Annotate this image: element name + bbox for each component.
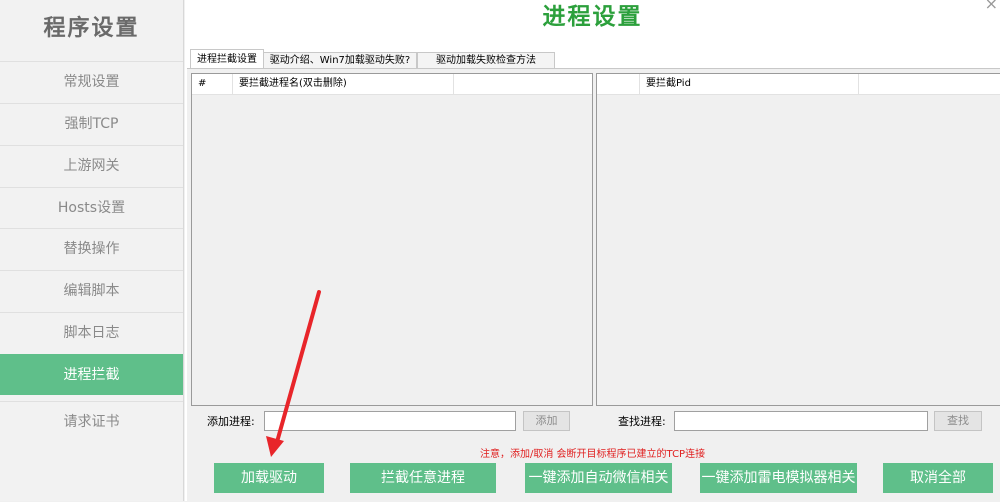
column-header-index[interactable]: # <box>192 74 233 94</box>
tab-process-intercept-settings[interactable]: 进程拦截设置 <box>190 49 264 69</box>
sidebar-item-process-intercept[interactable]: 进程拦截 <box>0 354 183 395</box>
tab-driver-load-failure-check[interactable]: 驱动加载失败检查方法 <box>417 52 555 69</box>
sidebar-item-general-settings[interactable]: 常规设置 <box>0 61 183 102</box>
load-driver-button[interactable]: 加载驱动 <box>214 463 324 493</box>
find-process-input[interactable] <box>674 411 928 431</box>
find-button[interactable]: 查找 <box>934 411 982 431</box>
tab-driver-intro[interactable]: 驱动介绍、Win7加载驱动失败? <box>263 52 417 69</box>
close-icon[interactable]: × <box>985 0 998 13</box>
sidebar-item-request-certificate[interactable]: 请求证书 <box>0 401 183 442</box>
notice-text: 注意，添加/取消 会断开目标程序已建立的TCP连接 <box>480 449 706 460</box>
find-process-label: 查找进程: <box>618 415 666 428</box>
add-process-input[interactable] <box>264 411 516 431</box>
process-name-list[interactable]: # 要拦截进程名(双击删除) <box>191 73 593 406</box>
sidebar-item-script-log[interactable]: 脚本日志 <box>0 312 183 353</box>
add-wechat-related-button[interactable]: 一键添加自动微信相关 <box>525 463 672 493</box>
column-header-extra[interactable] <box>859 74 1000 94</box>
column-header-process-name[interactable]: 要拦截进程名(双击删除) <box>233 74 454 94</box>
sidebar-item-hosts-settings[interactable]: Hosts设置 <box>0 187 183 228</box>
cancel-all-button[interactable]: 取消全部 <box>883 463 993 493</box>
sidebar: 程序设置 常规设置 强制TCP 上游网关 Hosts设置 替换操作 编辑脚本 脚… <box>0 0 184 501</box>
add-button[interactable]: 添加 <box>523 411 570 431</box>
sidebar-item-edit-script[interactable]: 编辑脚本 <box>0 270 183 311</box>
page-title: 进程设置 <box>542 3 643 30</box>
column-header-pid[interactable]: 要拦截Pid <box>640 74 859 94</box>
add-ldplayer-related-button[interactable]: 一键添加雷电模拟器相关 <box>700 463 857 493</box>
sidebar-item-replace-operations[interactable]: 替换操作 <box>0 228 183 269</box>
pid-list[interactable]: 要拦截Pid <box>596 73 1000 406</box>
column-header-blank[interactable] <box>597 74 640 94</box>
sidebar-title: 程序设置 <box>43 15 140 41</box>
sidebar-item-upstream-gateway[interactable]: 上游网关 <box>0 145 183 186</box>
add-process-label: 添加进程: <box>207 415 255 428</box>
list-header: 要拦截Pid <box>597 74 1000 95</box>
intercept-any-process-button[interactable]: 拦截任意进程 <box>350 463 496 493</box>
sidebar-item-force-tcp[interactable]: 强制TCP <box>0 103 183 144</box>
list-header: # 要拦截进程名(双击删除) <box>192 74 592 95</box>
column-header-extra[interactable] <box>454 74 592 94</box>
